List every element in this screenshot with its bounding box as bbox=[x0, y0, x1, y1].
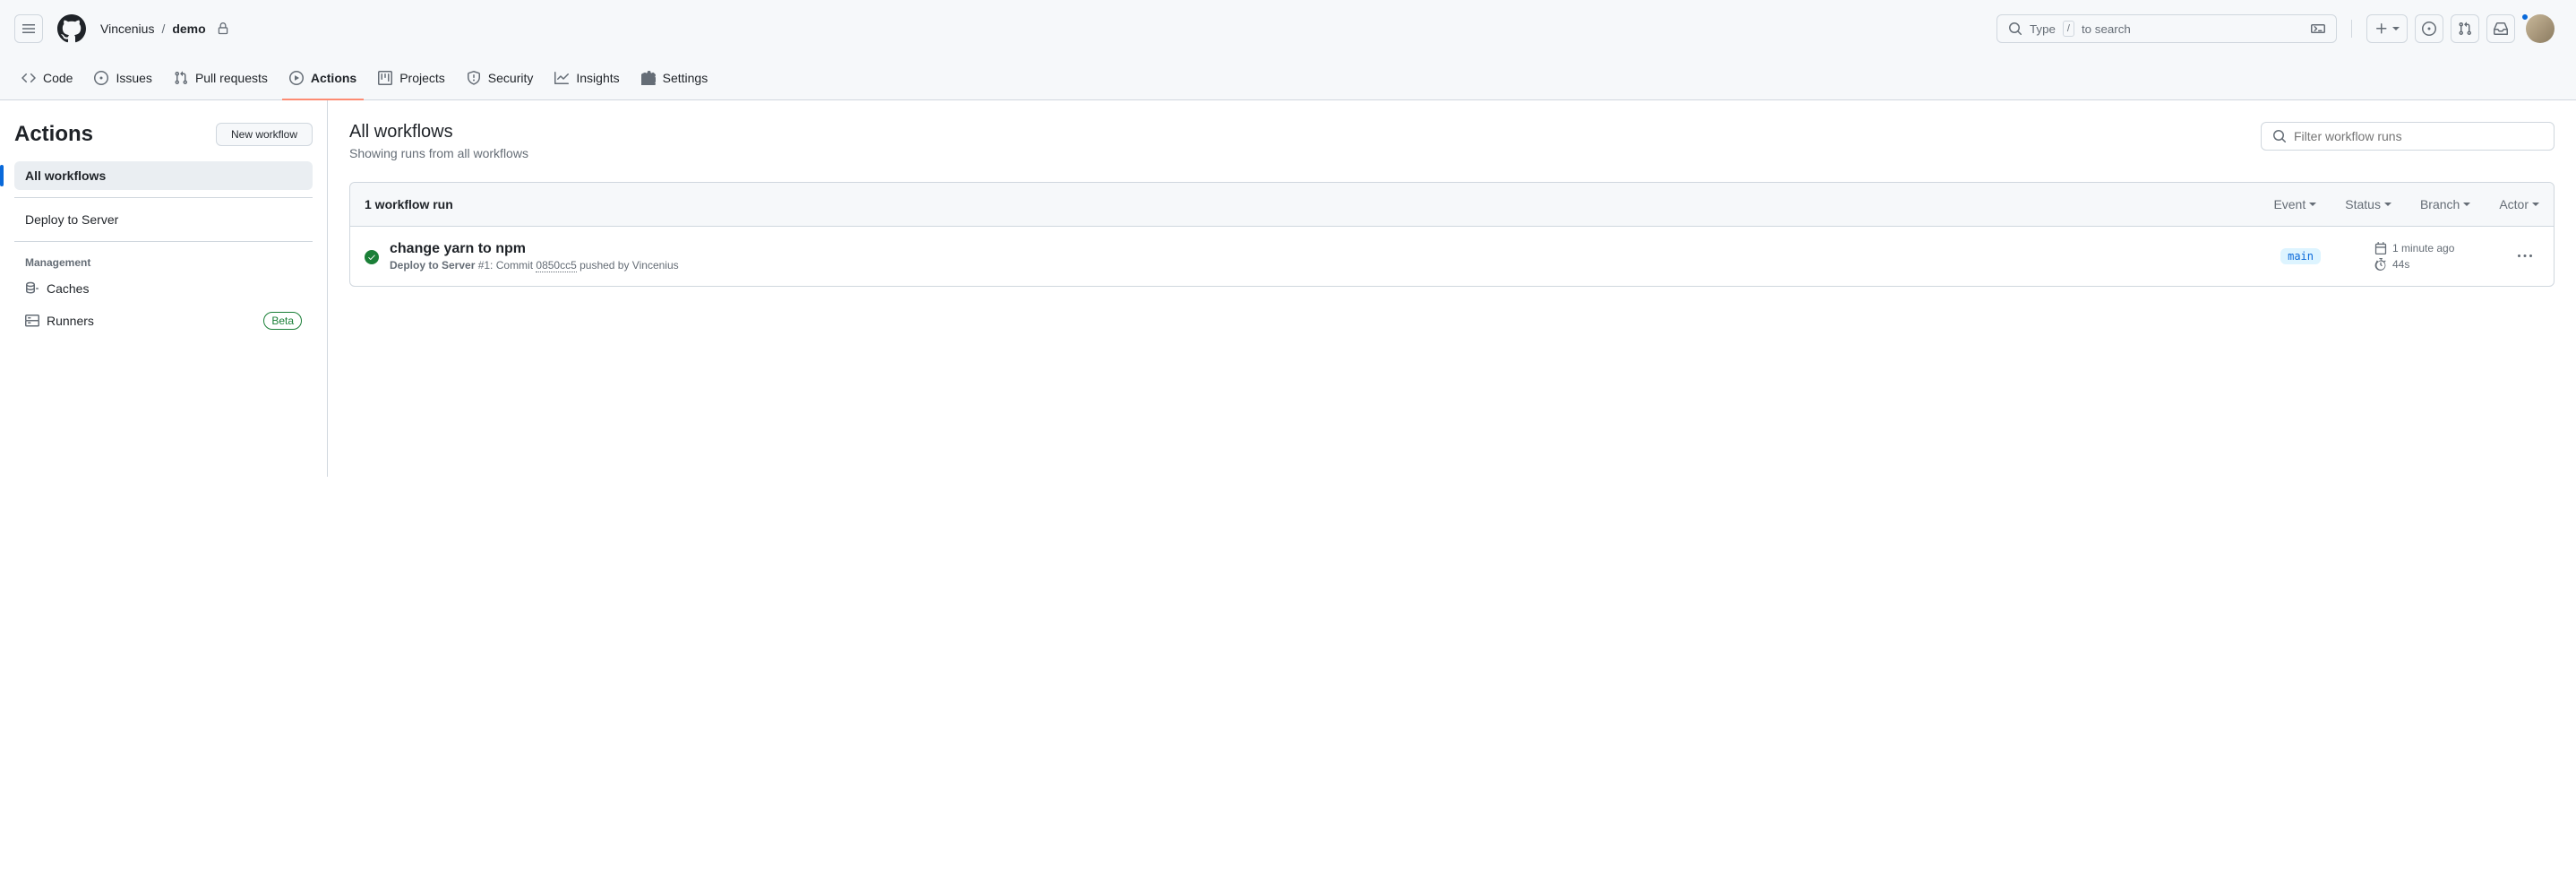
run-actions-menu[interactable] bbox=[2511, 249, 2539, 263]
divider bbox=[14, 197, 313, 198]
tab-label: Issues bbox=[116, 71, 151, 85]
calendar-icon bbox=[2374, 242, 2387, 254]
pull-requests-button[interactable] bbox=[2451, 14, 2479, 43]
sidebar-section-management: Management bbox=[14, 249, 313, 272]
issue-icon bbox=[94, 71, 108, 85]
issue-icon bbox=[2422, 22, 2436, 36]
tab-label: Code bbox=[43, 71, 73, 85]
breadcrumb: Vincenius / demo bbox=[100, 22, 229, 36]
sidebar-item-label: Caches bbox=[47, 281, 89, 296]
run-number: #1: bbox=[475, 259, 493, 272]
graph-icon bbox=[554, 71, 569, 85]
header-divider bbox=[2351, 20, 2352, 38]
project-icon bbox=[378, 71, 392, 85]
caret-down-icon bbox=[2392, 27, 2400, 30]
pushed-by: pushed by Vincenius bbox=[577, 259, 679, 272]
caret-down-icon bbox=[2384, 203, 2391, 206]
create-new-button[interactable] bbox=[2366, 14, 2408, 43]
notification-dot bbox=[2520, 13, 2529, 22]
tab-actions[interactable]: Actions bbox=[282, 57, 364, 100]
sidebar-item-label: Runners bbox=[47, 314, 94, 328]
cache-icon bbox=[25, 281, 39, 296]
page-subtitle: Showing runs from all workflows bbox=[349, 146, 528, 160]
tab-label: Settings bbox=[663, 71, 708, 85]
github-logo[interactable] bbox=[57, 14, 86, 43]
workflow-run-row[interactable]: change yarn to npm Deploy to Server #1: … bbox=[350, 227, 2554, 286]
avatar-image bbox=[2526, 14, 2555, 43]
success-icon bbox=[365, 250, 379, 264]
filter-workflow-runs-input[interactable] bbox=[2261, 122, 2555, 151]
tab-settings[interactable]: Settings bbox=[634, 57, 716, 100]
tab-label: Security bbox=[488, 71, 534, 85]
sidebar-item-workflow[interactable]: Deploy to Server bbox=[14, 205, 313, 234]
run-subtitle: Deploy to Server #1: Commit 0850cc5 push… bbox=[390, 259, 2227, 272]
command-palette-icon bbox=[2311, 22, 2325, 36]
sidebar-title: Actions bbox=[14, 122, 93, 147]
branch-badge[interactable]: main bbox=[2280, 248, 2321, 264]
caret-down-icon bbox=[2532, 203, 2539, 206]
code-icon bbox=[21, 71, 36, 85]
issues-button[interactable] bbox=[2415, 14, 2443, 43]
tab-label: Insights bbox=[576, 71, 619, 85]
play-icon bbox=[289, 71, 304, 85]
commit-sha[interactable]: 0850cc5 bbox=[536, 259, 576, 272]
stopwatch-icon bbox=[2374, 258, 2387, 271]
pull-request-icon bbox=[2458, 22, 2472, 36]
gear-icon bbox=[641, 71, 656, 85]
filter-branch[interactable]: Branch bbox=[2420, 197, 2470, 211]
user-avatar[interactable] bbox=[2526, 14, 2555, 43]
owner-link[interactable]: Vincenius bbox=[100, 22, 154, 36]
sidebar-item-label: All workflows bbox=[25, 168, 106, 183]
pull-request-icon bbox=[174, 71, 188, 85]
filter-actor[interactable]: Actor bbox=[2499, 197, 2539, 211]
server-icon bbox=[25, 314, 39, 328]
tab-code[interactable]: Code bbox=[14, 57, 80, 100]
tab-projects[interactable]: Projects bbox=[371, 57, 452, 100]
run-duration: 44s bbox=[2392, 258, 2409, 271]
workflow-name: Deploy to Server bbox=[390, 259, 475, 272]
sidebar-item-runners[interactable]: Runners Beta bbox=[14, 305, 313, 337]
page-title: All workflows bbox=[349, 122, 528, 142]
tab-issues[interactable]: Issues bbox=[87, 57, 159, 100]
filter-event[interactable]: Event bbox=[2273, 197, 2316, 211]
filter-input-field[interactable] bbox=[2294, 129, 2543, 143]
tab-label: Projects bbox=[399, 71, 445, 85]
search-icon bbox=[2008, 22, 2022, 36]
sidebar-item-all-workflows[interactable]: All workflows bbox=[14, 161, 313, 190]
hamburger-menu[interactable] bbox=[14, 14, 43, 43]
lock-icon bbox=[217, 22, 229, 35]
sidebar-item-label: Deploy to Server bbox=[25, 212, 118, 227]
plus-icon bbox=[2374, 22, 2389, 36]
run-title[interactable]: change yarn to npm bbox=[390, 241, 2227, 257]
search-key-hint: / bbox=[2063, 21, 2074, 37]
divider bbox=[14, 241, 313, 242]
caret-down-icon bbox=[2463, 203, 2470, 206]
run-count: 1 workflow run bbox=[365, 197, 453, 211]
commit-prefix: Commit bbox=[493, 259, 536, 272]
search-suffix-text: to search bbox=[2082, 22, 2131, 36]
beta-badge: Beta bbox=[263, 312, 302, 330]
filter-status[interactable]: Status bbox=[2345, 197, 2391, 211]
tab-pull-requests[interactable]: Pull requests bbox=[167, 57, 275, 100]
notifications-button[interactable] bbox=[2486, 14, 2515, 43]
repo-link[interactable]: demo bbox=[172, 22, 205, 36]
kebab-icon bbox=[2518, 249, 2532, 263]
search-input[interactable]: Type / to search bbox=[1996, 14, 2337, 43]
inbox-icon bbox=[2494, 22, 2508, 36]
search-prefix-text: Type bbox=[2030, 22, 2056, 36]
tab-label: Actions bbox=[311, 71, 356, 85]
tab-label: Pull requests bbox=[195, 71, 268, 85]
tab-insights[interactable]: Insights bbox=[547, 57, 626, 100]
tab-security[interactable]: Security bbox=[459, 57, 541, 100]
search-icon bbox=[2272, 129, 2287, 143]
caret-down-icon bbox=[2309, 203, 2316, 206]
shield-icon bbox=[467, 71, 481, 85]
run-time: 1 minute ago bbox=[2392, 242, 2454, 254]
breadcrumb-separator: / bbox=[161, 22, 165, 36]
new-workflow-button[interactable]: New workflow bbox=[216, 123, 313, 146]
sidebar-item-caches[interactable]: Caches bbox=[14, 272, 313, 305]
